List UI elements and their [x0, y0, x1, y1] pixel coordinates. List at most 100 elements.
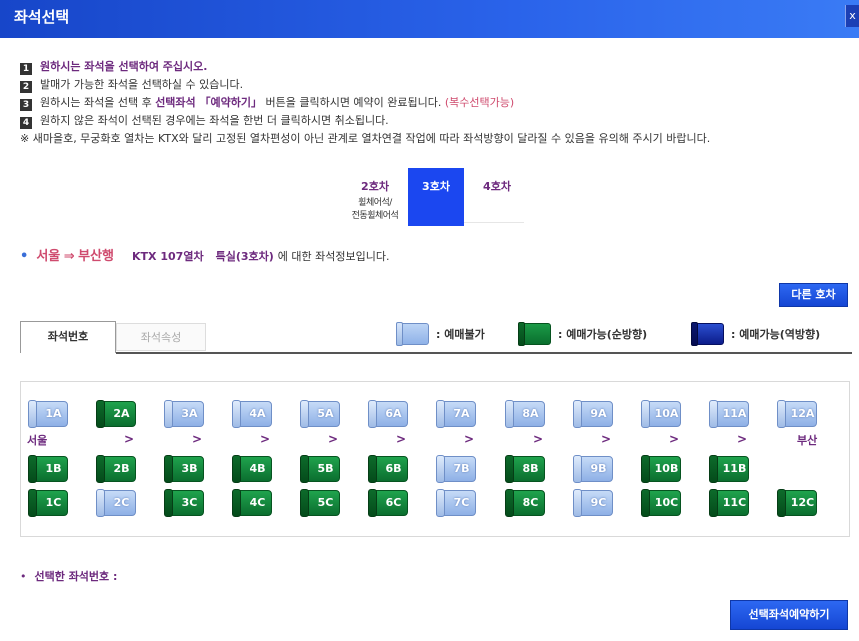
seat-label: 1B: [45, 462, 62, 475]
seat-label: 2C: [113, 496, 130, 509]
station-start: 서울: [27, 434, 48, 447]
seat-7A[interactable]: 7A: [436, 400, 478, 428]
window-title: 좌석선택: [14, 8, 70, 26]
seat-12A[interactable]: 12A: [777, 400, 819, 428]
direction-row: 서울 부산 > > > > > > > > > >: [27, 432, 845, 450]
instruction-text-3d: (복수선택가능): [444, 96, 515, 109]
route-arrow-icon: ⇒: [63, 249, 75, 264]
direction-arrow-icon: >: [669, 432, 680, 446]
seat-1C[interactable]: 1C: [28, 489, 70, 517]
instruction-text-1: 원하시는 좌석을 선택하여 주십시오.: [40, 60, 208, 73]
seat-4B[interactable]: 4B: [232, 455, 274, 483]
seat-label: 5C: [317, 496, 334, 509]
seat-11A[interactable]: 11A: [709, 400, 751, 428]
seat-9B[interactable]: 9B: [573, 455, 615, 483]
seat-7C[interactable]: 7C: [436, 489, 478, 517]
bullet-icon: •: [20, 570, 27, 583]
seat-10B[interactable]: 10B: [641, 455, 683, 483]
seat-label: 9B: [590, 462, 607, 475]
legend-unavailable: : 예매불가: [396, 321, 485, 347]
step-number-2: 2: [20, 81, 32, 93]
seat-8C[interactable]: 8C: [505, 489, 547, 517]
tab-seat-number[interactable]: 좌석번호: [20, 321, 116, 353]
seat-8A[interactable]: 8A: [505, 400, 547, 428]
seat-1B[interactable]: 1B: [28, 455, 70, 483]
seat-label: 10A: [654, 407, 679, 420]
selected-seats-label: 선택한 좌석번호 :: [34, 570, 118, 583]
seat-forward-icon: [518, 322, 552, 346]
legend-reverse: : 예매가능(역방향): [691, 321, 820, 347]
seat-10C[interactable]: 10C: [641, 489, 683, 517]
seat-label: 8A: [522, 407, 539, 420]
close-icon[interactable]: x: [845, 5, 859, 27]
seat-3B[interactable]: 3B: [164, 455, 206, 483]
tab-seat-attribute[interactable]: 좌석속성: [116, 323, 206, 351]
seat-10A[interactable]: 10A: [641, 400, 683, 428]
seat-5B[interactable]: 5B: [300, 455, 342, 483]
seat-6B[interactable]: 6B: [368, 455, 410, 483]
seat-label: 3A: [181, 407, 198, 420]
seat-1A[interactable]: 1A: [28, 400, 70, 428]
instruction-4: 4 원하지 않은 좌석이 선택된 경우에는 좌석을 한번 더 클릭하시면 취소됩니…: [20, 112, 850, 130]
instruction-text-2: 발매가 가능한 좌석을 선택하실 수 있습니다.: [40, 78, 244, 91]
seat-6C[interactable]: 6C: [368, 489, 410, 517]
seat-label: 9A: [590, 407, 607, 420]
seat-label: 6C: [385, 496, 402, 509]
instruction-text-4: 원하지 않은 좌석이 선택된 경우에는 좌석을 한번 더 클릭하시면 취소됩니다…: [40, 114, 389, 127]
seat-9C[interactable]: 9C: [573, 489, 615, 517]
seat-7B[interactable]: 7B: [436, 455, 478, 483]
seat-label: 9C: [590, 496, 607, 509]
direction-arrow-icon: >: [124, 432, 135, 446]
seat-label: 7C: [453, 496, 470, 509]
legend-unavailable-label: : 예매불가: [436, 328, 485, 341]
seat-reverse-icon: [691, 322, 725, 346]
seat-12C[interactable]: 12C: [777, 489, 819, 517]
direction-arrow-icon: >: [328, 432, 339, 446]
legend-reverse-label: : 예매가능(역방향): [731, 328, 821, 341]
seat-label: 1A: [45, 407, 62, 420]
legend-forward: : 예매가능(순방향): [518, 321, 647, 347]
seat-6A[interactable]: 6A: [368, 400, 410, 428]
seat-2B[interactable]: 2B: [96, 455, 138, 483]
instruction-3: 3 원하시는 좌석을 선택 후 선택좌석 「예약하기」 버튼을 클릭하시면 예약이…: [20, 94, 850, 112]
seat-8B[interactable]: 8B: [505, 455, 547, 483]
direction-arrow-icon: >: [601, 432, 612, 446]
seat-label: 10B: [654, 462, 679, 475]
seat-label: 5A: [317, 407, 334, 420]
route-info: • 서울 ⇒ 부산행 KTX 107열차 특실(3호차) 에 대한 좌석정보입니다.: [20, 246, 389, 268]
direction-arrow-icon: >: [396, 432, 407, 446]
instruction-text-3a: 원하시는 좌석을 선택 후: [40, 96, 156, 109]
tab-car-2-sub2: 전동휠체어석: [351, 211, 399, 221]
seat-2A[interactable]: 2A: [96, 400, 138, 428]
tab-car-4[interactable]: 4호차: [466, 168, 528, 224]
station-end: 부산: [797, 434, 818, 447]
instruction-2: 2 발매가 가능한 좌석을 선택하실 수 있습니다.: [20, 76, 850, 94]
tab-car-2-label: 2호차: [361, 180, 389, 193]
seat-label: 12C: [790, 496, 815, 509]
seat-label: 2B: [113, 462, 130, 475]
seat-label: 7A: [453, 407, 470, 420]
seat-label: 6B: [385, 462, 402, 475]
seat-label: 3B: [181, 462, 198, 475]
seat-11B[interactable]: 11B: [709, 455, 751, 483]
route-from: 서울: [36, 249, 61, 264]
seat-2C[interactable]: 2C: [96, 489, 138, 517]
tab-car-3[interactable]: 3호차: [408, 168, 464, 224]
seat-label: 4B: [249, 462, 266, 475]
seat-3C[interactable]: 3C: [164, 489, 206, 517]
tab-car-2[interactable]: 2호차 휠체어석/ 전동휠체어석: [344, 168, 406, 224]
seat-11C[interactable]: 11C: [709, 489, 751, 517]
seat-label: 3C: [181, 496, 198, 509]
seat-label: 11A: [722, 407, 747, 420]
step-number-3: 3: [20, 99, 32, 111]
seat-4A[interactable]: 4A: [232, 400, 274, 428]
seat-5A[interactable]: 5A: [300, 400, 342, 428]
reserve-seats-button[interactable]: 선택좌석예약하기: [730, 600, 848, 630]
seat-label: 6A: [385, 407, 402, 420]
seat-3A[interactable]: 3A: [164, 400, 206, 428]
other-car-button[interactable]: 다른 호차: [779, 283, 848, 307]
seat-label: 4A: [249, 407, 266, 420]
seat-5C[interactable]: 5C: [300, 489, 342, 517]
seat-4C[interactable]: 4C: [232, 489, 274, 517]
seat-9A[interactable]: 9A: [573, 400, 615, 428]
